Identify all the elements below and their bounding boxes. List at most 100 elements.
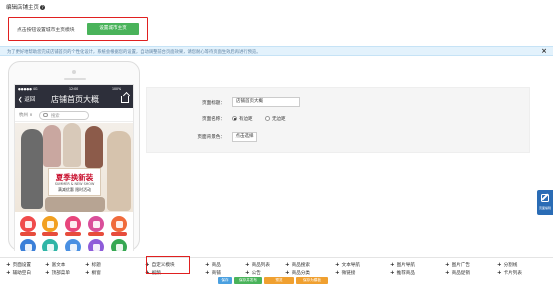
model-figure [63,123,81,167]
module-item-0-7[interactable]: + 文本导航 [335,262,360,268]
module-item-1-10[interactable]: + 卡片列表 [497,270,522,276]
city-home-module-highlight [146,256,190,274]
category-icon[interactable] [88,239,104,251]
divider [0,257,553,258]
plus-icon: + [390,270,395,276]
plus-icon: + [285,262,290,268]
plus-icon: + [335,262,340,268]
plus-icon: + [335,270,340,276]
plus-icon: + [497,270,502,276]
plus-icon: + [245,262,250,268]
module-item-0-6[interactable]: + 商品搜索 [285,262,310,268]
radio-with-margin[interactable] [232,116,237,121]
model-figure [43,125,61,167]
speaker-icon [64,78,86,80]
module-item-1-6[interactable]: + 商品分类 [285,270,310,276]
plus-icon: + [445,270,450,276]
module-item-1-0[interactable]: + 辅助空白 [6,270,31,276]
signal-text: ●●●●● 4G [18,86,38,91]
camera-icon [72,70,76,74]
plus-icon: + [497,262,502,268]
plus-icon: + [6,270,11,276]
plus-icon: + [6,262,11,268]
set-city-home-button[interactable]: 设置城市主页 [87,23,139,35]
close-icon[interactable]: × [541,47,547,56]
city-home-prompt: 点击按钮设置城市主页模块 [17,28,75,33]
help-icon[interactable]: ? [40,5,46,10]
edit-icon [541,194,549,202]
category-icon[interactable] [111,216,127,232]
phone-nav-bar[interactable]: ❮ 返回 店铺首页大概 [15,92,133,108]
category-label [20,232,36,236]
notice-text: 为了更好地帮助您完成店铺首页的个性化设计，系统会根据您的设置，自动调整前台页面效… [7,50,261,55]
radio-no-margin-label: 无边距 [272,117,286,122]
module-item-1-8[interactable]: + 推荐商品 [390,270,415,276]
promo-card: 夏季换新装 SUMMER & NEW SHOW 满减优惠 限时活动 [48,168,101,196]
page-edit-side-button[interactable]: 页面编辑 [537,190,553,215]
module-item-1-5[interactable]: + 公告 [245,270,261,276]
module-item-1-4[interactable]: + 商铺 [205,270,221,276]
phone-search-bar[interactable]: 杭州 ∨ 搜索 [15,108,133,122]
category-icon[interactable] [65,239,81,251]
module-item-1-2[interactable]: + 橱窗 [85,270,101,276]
page-title-input[interactable]: 店铺首页大概 [232,97,300,107]
page-title: 编辑店铺主页? [6,5,46,11]
time-text: 12:00 [69,86,79,91]
module-item-0-9[interactable]: + 图片广告 [445,262,470,268]
plus-icon: + [390,262,395,268]
category-icon[interactable] [111,239,127,251]
model-figure [85,126,103,168]
module-item-1-1[interactable]: + 顶部菜单 [45,270,70,276]
save-as-template-button[interactable]: 保存为模板 [296,277,328,284]
category-label [111,232,127,236]
plus-icon: + [445,262,450,268]
category-icon[interactable] [42,216,58,232]
category-label [65,232,81,236]
plus-icon: + [285,270,290,276]
category-icon[interactable] [88,216,104,232]
module-item-0-1[interactable]: + 富文本 [45,262,65,268]
search-input[interactable]: 搜索 [39,110,89,120]
module-item-0-5[interactable]: + 商品列表 [245,262,270,268]
category-label [88,232,104,236]
module-item-1-7[interactable]: + 微链接 [335,270,355,276]
plus-icon: + [45,270,50,276]
plus-icon: + [85,270,90,276]
module-item-0-2[interactable]: + 标题 [85,262,101,268]
category-icon[interactable] [20,239,36,251]
model-figure [107,131,131,211]
model-figure [21,129,43,209]
battery-text: 100% [112,86,122,91]
city-home-settings-box: 点击按钮设置城市主页模块 设置城市主页 [8,17,148,41]
banner-image[interactable]: 夏季换新装 SUMMER & NEW SHOW 满减优惠 限时活动 [15,123,133,212]
plus-icon: + [245,270,250,276]
phone-screen-preview[interactable]: ●●●●● 4G 12:00 100% ❮ 返回 店铺首页大概 杭州 ∨ 搜索 … [14,84,134,251]
module-item-0-4[interactable]: + 商品 [205,262,221,268]
action-bar: 保存 保存并发布 预览 保存为模板 [0,277,553,287]
save-button[interactable]: 保存 [218,277,232,284]
module-item-0-0[interactable]: + 页面设置 [6,262,31,268]
plus-icon: + [85,262,90,268]
city-selector[interactable]: 杭州 ∨ [19,112,33,118]
module-item-0-10[interactable]: + 分割线 [497,262,517,268]
search-icon [43,112,48,118]
category-label [42,232,58,236]
status-bar: ●●●●● 4G 12:00 100% [15,85,133,92]
preview-button[interactable]: 预览 [264,277,294,284]
plus-icon: + [205,270,210,276]
bg-color-pick-button[interactable]: 点击选择 [232,132,257,142]
category-icon[interactable] [65,216,81,232]
notice-bar: 为了更好地帮助您完成店铺首页的个性化设计，系统会根据您的设置，自动调整前台页面效… [0,46,553,56]
module-item-0-8[interactable]: + 图片导航 [390,262,415,268]
share-icon[interactable] [121,96,129,103]
page-title-label: 页面标题： [202,101,225,106]
category-icon[interactable] [20,216,36,232]
radio-with-margin-label: 有边距 [239,117,253,122]
model-figure [45,197,105,212]
page-name-label: 页面名称： [202,117,225,122]
radio-no-margin[interactable] [265,116,270,121]
module-item-1-9[interactable]: + 商品促销 [445,270,470,276]
category-icon[interactable] [42,239,58,251]
page-settings-panel: 页面标题： 店铺首页大概 页面名称： 有边距 无边距 页面背景色： 点击选择 [146,87,530,153]
save-publish-button[interactable]: 保存并发布 [234,277,262,284]
